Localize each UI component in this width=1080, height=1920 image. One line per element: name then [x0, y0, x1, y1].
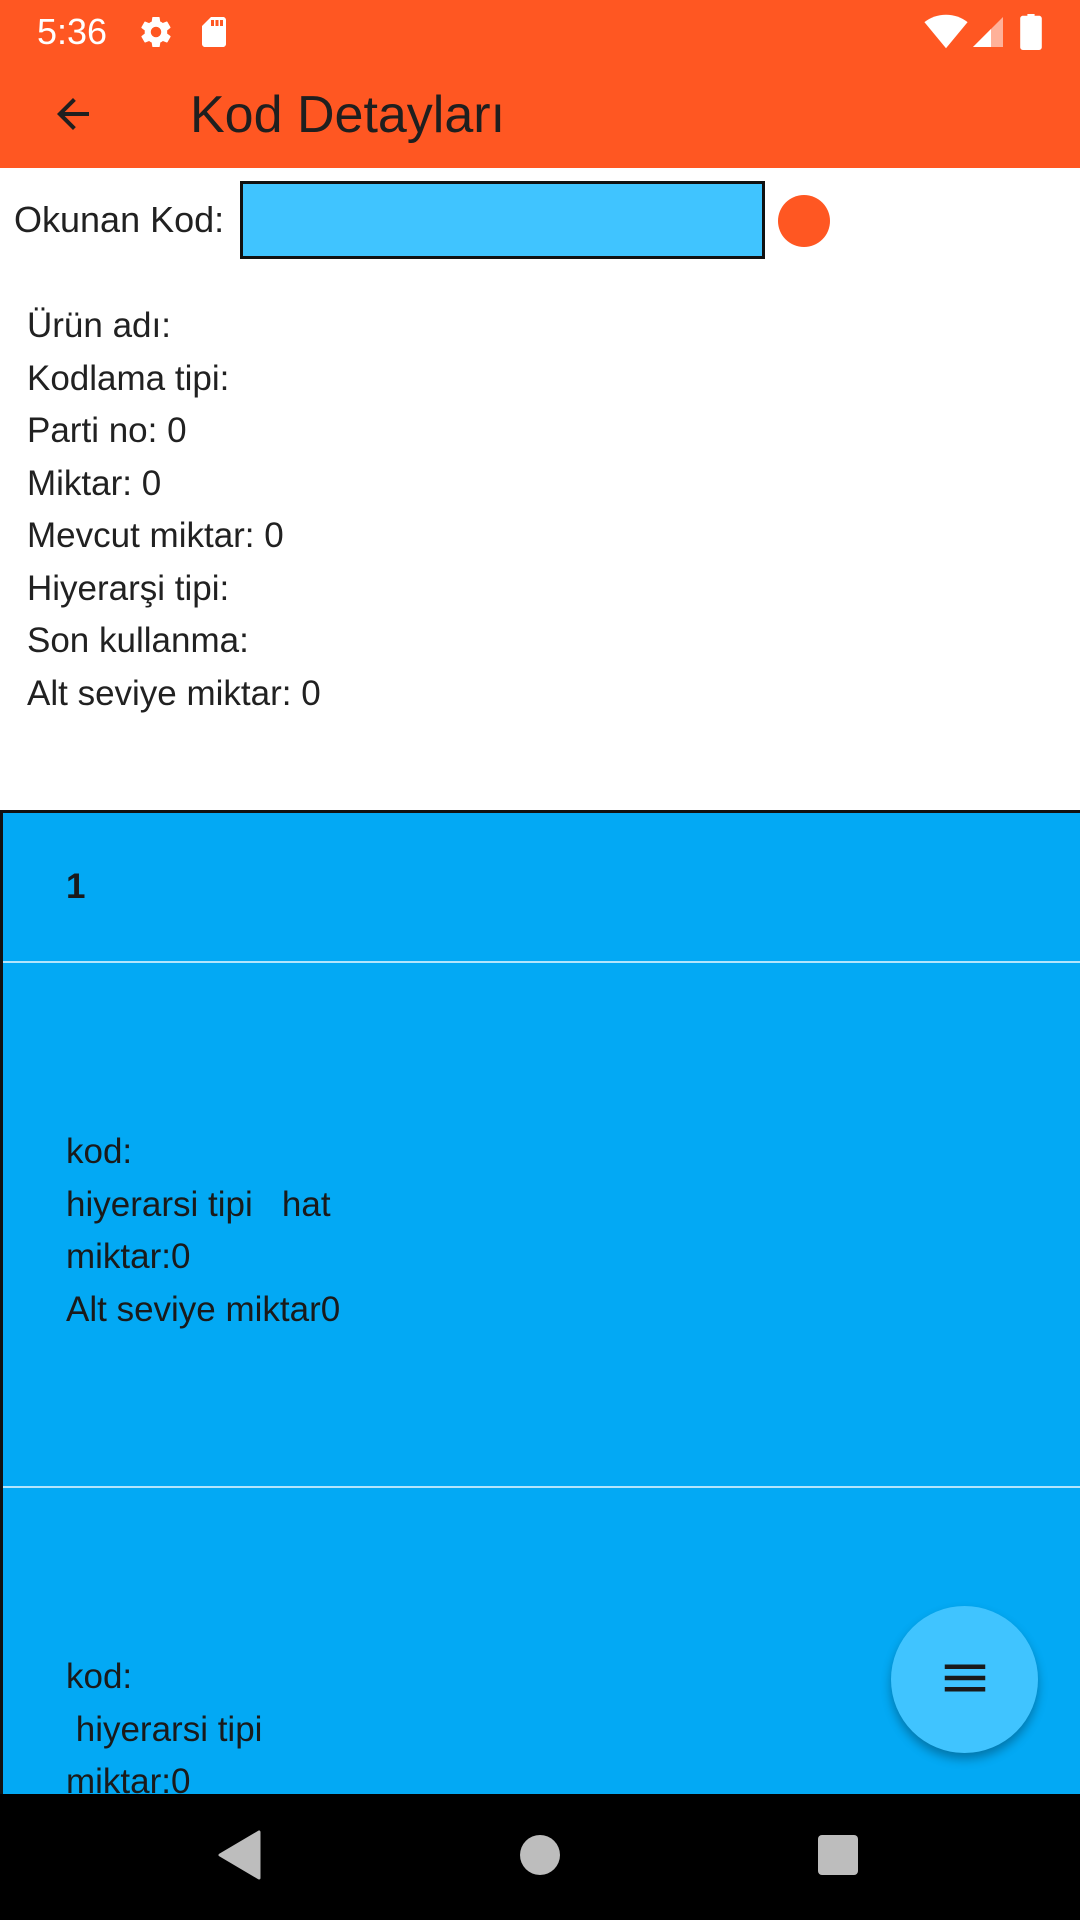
item-hierarchy-type: hiyerarsi tipi hat: [66, 1184, 331, 1224]
list-item-text: kod: hiyerarsi tipi miktar:0: [66, 1651, 262, 1794]
nav-back-button[interactable]: [177, 1794, 303, 1920]
list-item-text: kod: hiyerarsi tipi hat miktar:0 Alt sev…: [66, 1126, 340, 1336]
item-quantity: miktar:0: [66, 1762, 191, 1794]
home-circle-icon: [519, 1834, 561, 1880]
hierarchy-type-row: Hiyerarşi tipi:: [27, 568, 230, 608]
app-bar: Kod Detayları: [0, 63, 1080, 168]
sub-level-quantity-row: Alt seviye miktar: 0: [27, 673, 321, 713]
sd-card-icon: [196, 14, 232, 50]
product-details: Ürün adı: Kodlama tipi: Parti no: 0 Mikt…: [27, 300, 321, 720]
nav-home-button[interactable]: [477, 1794, 603, 1920]
quantity-row: Miktar: 0: [27, 463, 162, 503]
menu-fab-button[interactable]: [891, 1606, 1038, 1753]
menu-icon: [938, 1651, 992, 1709]
item-hierarchy-type: hiyerarsi tipi: [66, 1709, 263, 1749]
item-quantity: miktar:0: [66, 1237, 191, 1276]
item-code: kod:: [66, 1657, 133, 1696]
expiry-row: Son kullanma:: [27, 621, 249, 660]
scanned-code-label: Okunan Kod:: [14, 199, 225, 240]
status-time: 5:36: [37, 11, 108, 52]
back-button[interactable]: [42, 85, 104, 147]
item-sub-level-quantity: Alt seviye miktar0: [66, 1289, 341, 1329]
product-name-row: Ürün adı:: [27, 306, 171, 345]
status-bar: 5:36: [0, 0, 1080, 63]
available-quantity-row: Mevcut miktar: 0: [27, 516, 284, 555]
list-header: 1: [3, 813, 1080, 963]
item-code: kod:: [66, 1132, 133, 1171]
batch-no-row: Parti no: 0: [27, 411, 187, 450]
signal-icon: [970, 14, 1006, 50]
recents-square-icon: [817, 1834, 859, 1880]
list-item[interactable]: kod: hiyerarsi tipi hat miktar:0 Alt sev…: [3, 963, 1080, 1488]
arrow-back-icon: [49, 90, 97, 142]
list-header-number: 1: [66, 867, 86, 906]
battery-icon: [1016, 14, 1046, 50]
system-nav-bar: [0, 1794, 1080, 1920]
scanned-code-input[interactable]: [240, 181, 765, 259]
wifi-icon: [924, 14, 968, 50]
encoding-type-row: Kodlama tipi:: [27, 358, 230, 398]
scan-status-indicator[interactable]: [778, 195, 830, 247]
nav-recents-button[interactable]: [775, 1794, 901, 1920]
page-title: Kod Detayları: [190, 86, 506, 144]
gear-icon: [138, 14, 174, 50]
back-triangle-icon: [217, 1830, 263, 1884]
